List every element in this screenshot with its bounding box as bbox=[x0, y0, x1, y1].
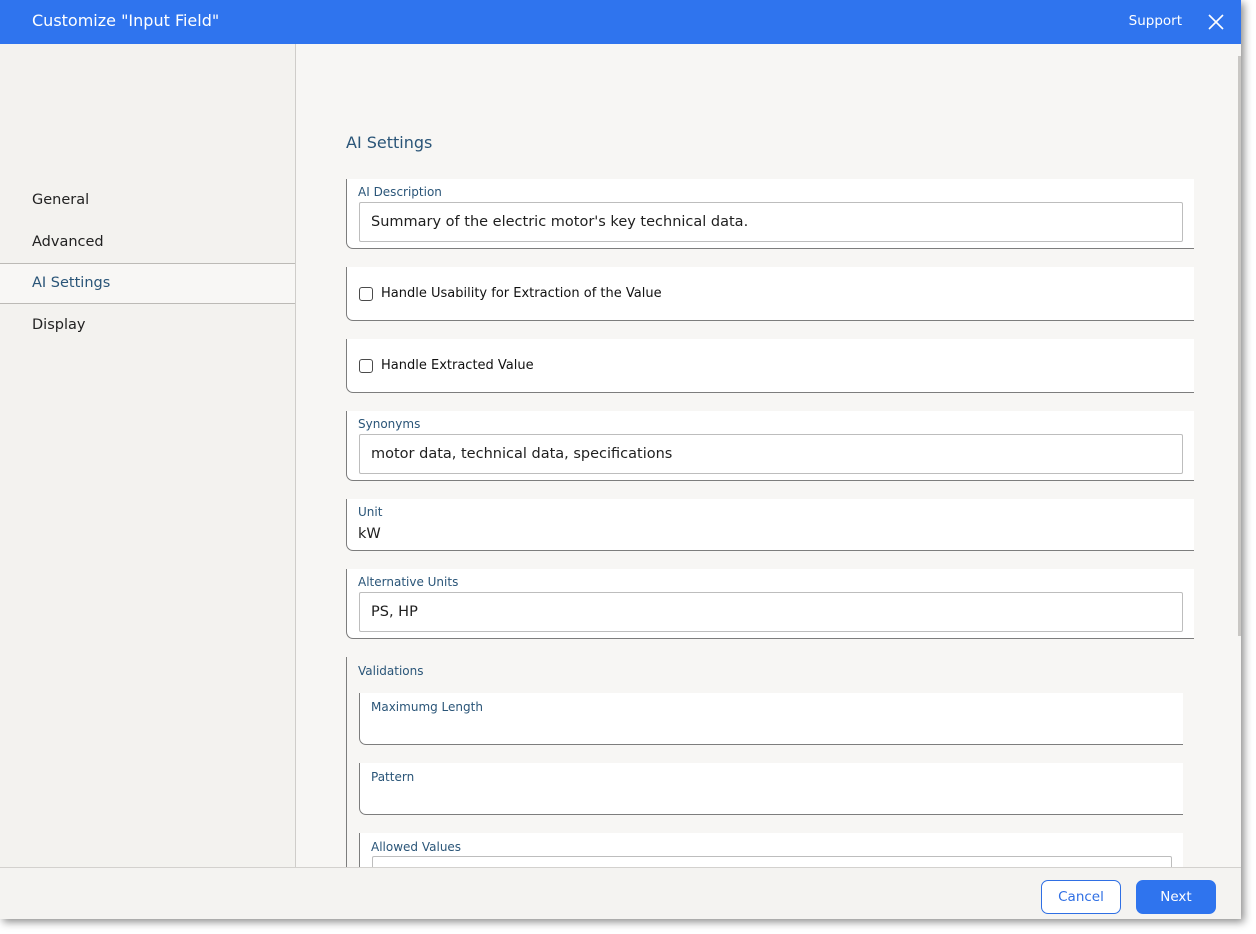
sidebar-item-display[interactable]: Display bbox=[0, 305, 295, 346]
content-scrollbar[interactable] bbox=[1238, 56, 1241, 636]
max-length-label: Maximumg Length bbox=[371, 700, 483, 714]
synonyms-label: Synonyms bbox=[358, 417, 421, 431]
sidebar-item-general[interactable]: General bbox=[0, 180, 295, 221]
allowed-values-label: Allowed Values bbox=[371, 840, 462, 854]
close-icon[interactable] bbox=[1203, 9, 1229, 35]
unit-label: Unit bbox=[358, 505, 383, 519]
settings-content: AI Settings AI Description Handle Usabil… bbox=[296, 44, 1241, 867]
unit-card: Unit bbox=[346, 499, 1194, 551]
allowed-values-input[interactable] bbox=[372, 856, 1172, 867]
handle-extracted-label[interactable]: Handle Extracted Value bbox=[381, 358, 534, 373]
dialog-titlebar: Customize "Input Field" Support bbox=[0, 0, 1241, 44]
dialog-footer: Cancel Next bbox=[0, 867, 1241, 919]
customize-dialog: Customize "Input Field" Support General … bbox=[0, 0, 1241, 919]
synonyms-input[interactable] bbox=[359, 434, 1183, 474]
ai-description-input[interactable] bbox=[359, 202, 1183, 242]
unit-input[interactable] bbox=[358, 521, 658, 547]
next-button[interactable]: Next bbox=[1136, 880, 1216, 914]
cancel-button[interactable]: Cancel bbox=[1041, 880, 1121, 914]
dialog-title: Customize "Input Field" bbox=[32, 11, 220, 30]
validations-group: Validations Maximumg Length Pattern Allo… bbox=[346, 657, 1194, 867]
validations-label: Validations bbox=[358, 664, 424, 678]
allowed-values-card: Allowed Values bbox=[359, 833, 1183, 867]
section-heading: AI Settings bbox=[346, 133, 433, 152]
alternative-units-label: Alternative Units bbox=[358, 575, 459, 589]
ai-description-label: AI Description bbox=[358, 185, 442, 199]
handle-usability-checkbox[interactable] bbox=[359, 287, 373, 301]
max-length-card[interactable]: Maximumg Length bbox=[359, 693, 1183, 745]
handle-extracted-card: Handle Extracted Value bbox=[346, 339, 1194, 393]
ai-description-card: AI Description bbox=[346, 179, 1194, 249]
settings-sidebar: General Advanced AI Settings Display bbox=[0, 44, 296, 867]
handle-usability-card: Handle Usability for Extraction of the V… bbox=[346, 267, 1194, 321]
alternative-units-card: Alternative Units bbox=[346, 569, 1194, 639]
sidebar-item-advanced[interactable]: Advanced bbox=[0, 222, 295, 263]
support-link[interactable]: Support bbox=[1129, 13, 1182, 29]
handle-extracted-checkbox[interactable] bbox=[359, 359, 373, 373]
handle-usability-label[interactable]: Handle Usability for Extraction of the V… bbox=[381, 286, 662, 301]
pattern-label: Pattern bbox=[371, 770, 415, 784]
synonyms-card: Synonyms bbox=[346, 411, 1194, 481]
alternative-units-input[interactable] bbox=[359, 592, 1183, 632]
pattern-card[interactable]: Pattern bbox=[359, 763, 1183, 815]
sidebar-item-ai-settings[interactable]: AI Settings bbox=[0, 263, 295, 304]
